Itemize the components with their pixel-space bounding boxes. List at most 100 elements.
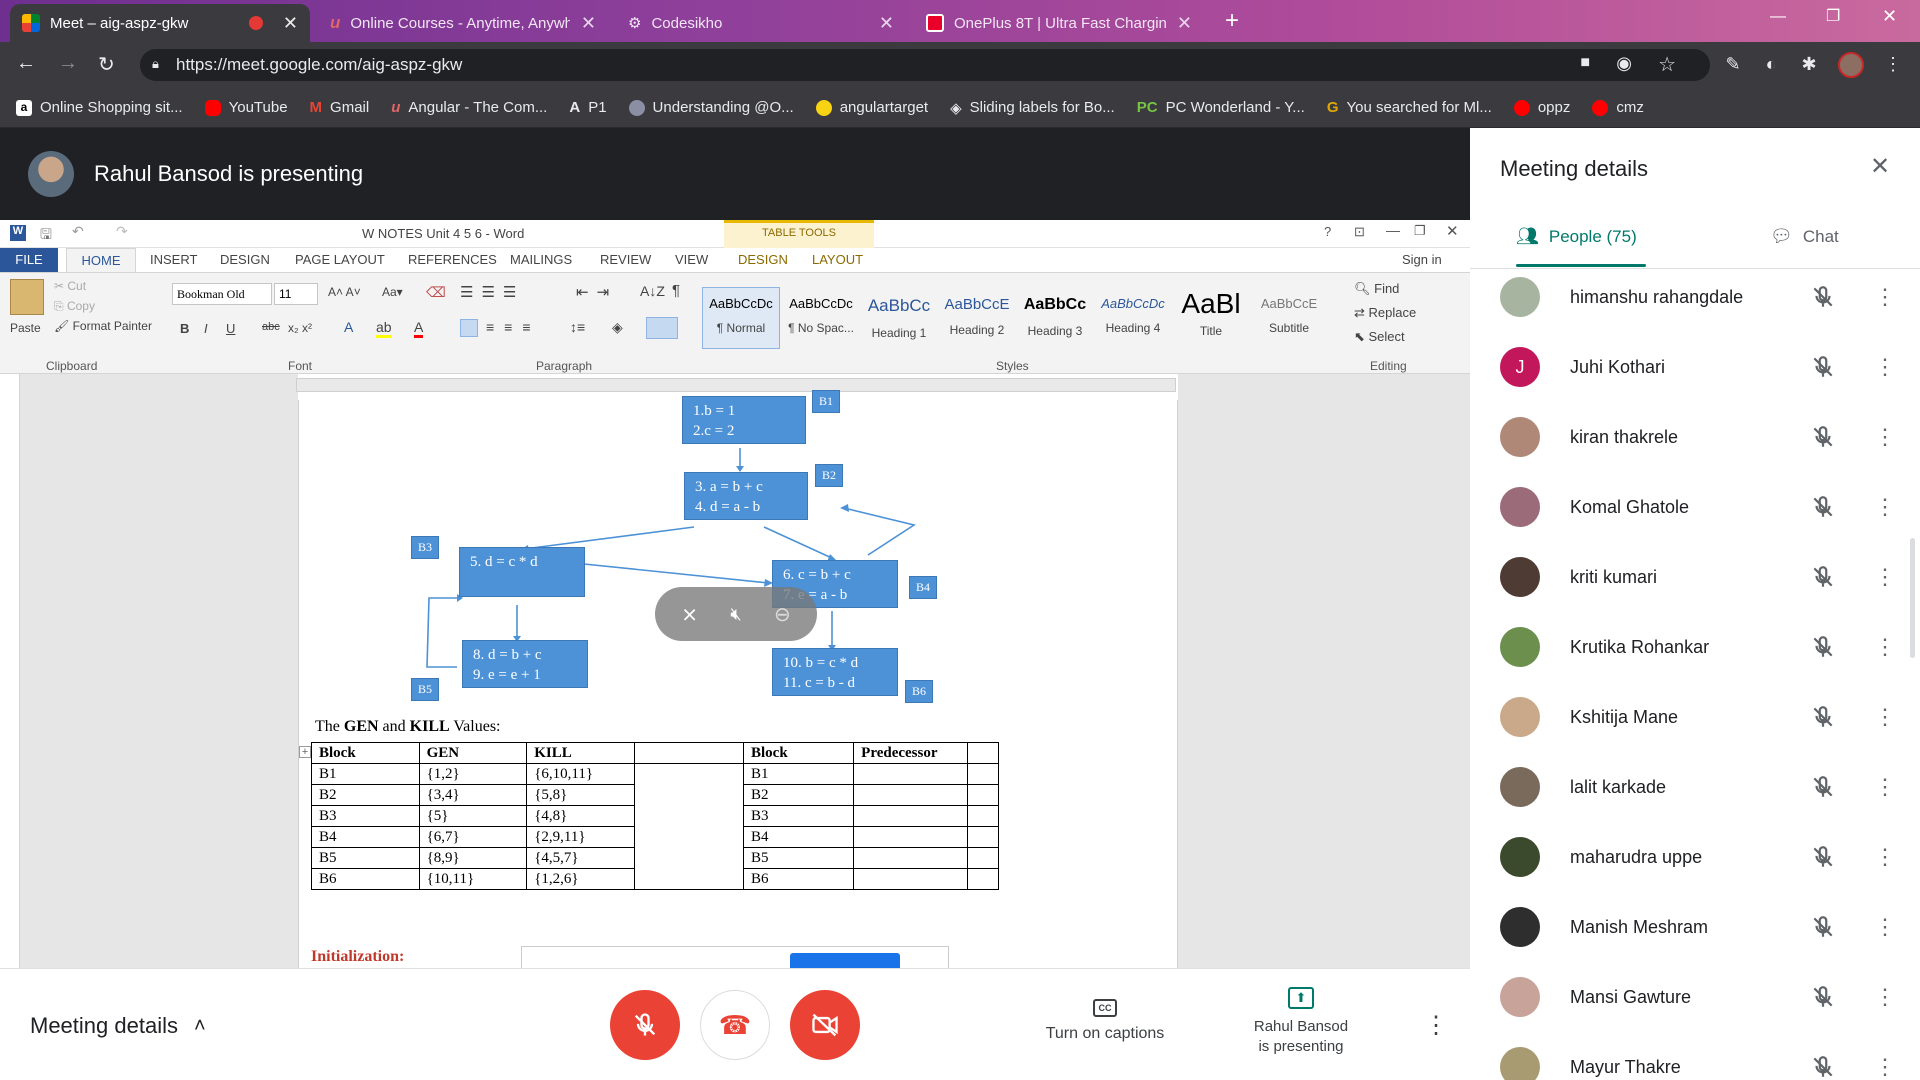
presentation-status-button[interactable]: ⬆ Rahul Bansod is presenting [1240,987,1362,1057]
eye-off-icon[interactable]: ◉ [1616,53,1632,74]
save-icon[interactable]: 🖫︎ [40,224,52,248]
participant-mic-off-icon[interactable] [1810,494,1836,520]
table-cell[interactable] [853,784,969,806]
table-cell[interactable]: B4 [311,826,420,848]
participant-row[interactable]: kriti kumari ⋮ [1500,542,1900,612]
line-spacing-icon[interactable]: ↕≡ [570,319,585,335]
table-cell[interactable]: {6,10,11} [526,763,635,785]
table-cell[interactable]: B1 [311,763,420,785]
tab-people[interactable]: 👥︎ People (75) [1516,226,1637,247]
leave-call-button[interactable]: ☎︎ [700,990,770,1060]
tab-view[interactable]: VIEW [675,252,708,267]
puzzle-extensions-icon[interactable]: ✱ [1798,54,1820,76]
table-cell[interactable] [853,805,969,827]
ribbon-display-icon[interactable]: ⊡ [1354,224,1365,240]
sort-icon[interactable]: A↓Z [640,283,665,299]
table-cell[interactable]: {5,8} [526,784,635,806]
participant-mic-off-icon[interactable] [1810,424,1836,450]
participant-row[interactable]: maharudra uppe ⋮ [1500,822,1900,892]
list-buttons-icon[interactable]: ☰☰☰ [460,283,524,301]
participant-more-icon[interactable]: ⋮ [1874,426,1896,448]
embedded-blue-button[interactable] [790,953,900,968]
close-tab-icon[interactable]: ✕ [879,13,894,34]
participant-more-icon[interactable]: ⋮ [1874,636,1896,658]
restore-window-icon[interactable]: ❐ [1826,6,1840,26]
document-page[interactable]: 1.b = 1 2.c = 2 B1 3. a = b + c 4. d = a -… [298,390,1178,968]
table-cell[interactable] [967,784,999,806]
participant-more-icon[interactable]: ⋮ [1874,356,1896,378]
change-case-icon[interactable]: Aa▾ [382,285,403,299]
highlight-icon[interactable]: ab [376,319,392,338]
participant-row[interactable]: kiran thakrele ⋮ [1500,402,1900,472]
table-cell[interactable]: {1,2,6} [526,868,635,890]
table-cell[interactable]: B3 [311,805,420,827]
bookmark-item[interactable]: oppz [1513,99,1570,116]
table-cell[interactable]: {1,2} [418,763,528,785]
table-cell[interactable]: B4 [742,826,855,848]
undo-icon[interactable]: ↶ [72,223,84,240]
style-normal[interactable]: AaBbCcDc ¶ Normal [702,287,780,349]
table-cell[interactable]: B5 [311,847,420,869]
camera-icon[interactable]: ■ [1580,54,1590,72]
browser-tab-oneplus[interactable]: OnePlus 8T | Ultra Fast Charging ✕ [914,4,1204,42]
table-cell[interactable]: {4,8} [526,805,635,827]
tab-references[interactable]: REFERENCES [408,252,497,267]
borders-icon[interactable] [646,317,678,339]
table-cell[interactable]: B2 [742,784,855,806]
participant-mic-off-icon[interactable] [1810,914,1836,940]
chrome-menu-icon[interactable]: ⋮ [1882,54,1904,76]
reload-icon[interactable]: ↻ [98,52,115,77]
participant-mic-off-icon[interactable] [1810,984,1836,1010]
tab-review[interactable]: REVIEW [600,252,651,267]
participant-row[interactable]: Mansi Gawture ⋮ [1500,962,1900,1032]
close-window-icon[interactable]: ✕ [1882,6,1897,27]
bookmark-item[interactable]: a Online Shopping sit... [16,99,183,116]
participant-more-icon[interactable]: ⋮ [1874,916,1896,938]
table-cell[interactable]: {3,4} [418,784,528,806]
bookmark-item[interactable]: u Angular - The Com... [391,99,547,116]
microphone-toggle-button[interactable] [610,990,680,1060]
subscript-icon[interactable]: x₂ x² [288,321,312,335]
table-cell[interactable] [967,847,999,869]
participant-mic-off-icon[interactable] [1810,284,1836,310]
word-close-icon[interactable]: ✕ [1446,222,1459,240]
tab-table-layout[interactable]: LAYOUT [812,252,863,267]
italic-icon[interactable]: I [204,321,208,336]
table-cell[interactable] [853,847,969,869]
participant-row[interactable]: Kshitija Mane ⋮ [1500,682,1900,752]
new-tab-icon[interactable]: + [1218,8,1246,36]
format-painter-button[interactable]: 🖌︎ Format Painter [54,319,152,333]
table-cell[interactable]: B6 [742,868,855,890]
underline-icon[interactable]: U [226,321,235,336]
profile-avatar[interactable] [1838,52,1864,78]
clear-format-icon[interactable]: ⌫ [426,284,446,301]
redo-icon[interactable]: ↷ [116,223,128,240]
participant-row[interactable]: J Juhi Kothari ⋮ [1500,332,1900,402]
participant-row[interactable]: himanshu rahangdale ⋮ [1500,262,1900,332]
participant-more-icon[interactable]: ⋮ [1874,986,1896,1008]
tab-page-layout[interactable]: PAGE LAYOUT [295,252,385,267]
paste-icon[interactable] [10,279,44,315]
browser-tab-udemy[interactable]: u Online Courses - Anytime, Anywh ✕ [318,4,608,42]
font-size-select[interactable]: 11 [274,283,318,305]
bookmark-item[interactable]: M Gmail [310,99,370,116]
find-button[interactable]: 🔍︎ Find [1354,281,1399,297]
select-button[interactable]: ⬉ Select [1354,329,1405,345]
sign-in-link[interactable]: Sign in [1402,252,1442,267]
table-cell[interactable]: {2,9,11} [526,826,635,848]
show-marks-icon[interactable]: ¶ [672,282,680,299]
participant-mic-off-icon[interactable] [1810,774,1836,800]
grow-font-icon[interactable]: A˄ A˅ [328,285,361,299]
table-cell[interactable]: {5} [418,805,528,827]
table-cell[interactable]: {4,5,7} [526,847,635,869]
help-icon[interactable]: ? [1324,224,1331,239]
style-heading-4[interactable]: AaBbCcDc Heading 4 [1094,287,1172,349]
bold-icon[interactable]: B [180,321,189,336]
minimize-window-icon[interactable]: — [1770,8,1786,26]
close-tab-icon[interactable]: ✕ [283,13,298,34]
style-heading-1[interactable]: AaBbCc Heading 1 [860,287,938,349]
table-cell[interactable]: B1 [742,763,855,785]
font-color-icon[interactable]: A [414,319,424,338]
captions-button[interactable]: CC Turn on captions [1030,999,1180,1043]
participant-more-icon[interactable]: ⋮ [1874,566,1896,588]
